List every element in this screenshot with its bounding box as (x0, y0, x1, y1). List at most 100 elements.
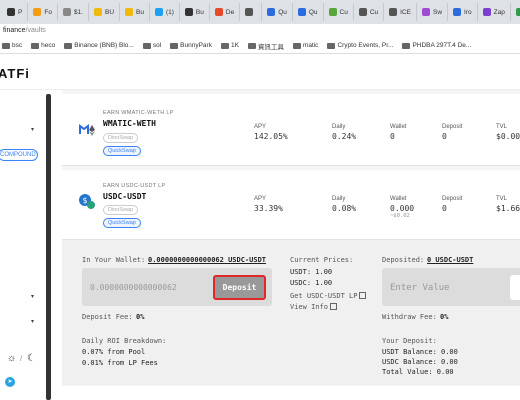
wmatic-weth-token-icon (78, 122, 95, 138)
bookmark-label: bsc (12, 42, 23, 49)
tab-label: $1. (73, 8, 83, 16)
roi-breakdown-label: Daily ROI Breakdown: (82, 337, 167, 345)
chevron-down-icon[interactable]: ▾ (31, 126, 34, 133)
usdc-usdt-token-icon: $ (78, 193, 95, 209)
tab-favicon-icon (267, 8, 276, 16)
vault-pair-name: USDC-USDT (103, 192, 147, 201)
browser-tab[interactable]: (1) (150, 3, 180, 21)
folder-icon (170, 42, 179, 49)
browser-tab[interactable]: BU (89, 3, 121, 21)
bookmarks-bar: bsc heco Binance (BNB) Blo... sol BunnyPark 1… (0, 38, 520, 54)
withdraw-button[interactable] (510, 275, 520, 300)
bookmark-label: heco (41, 42, 56, 49)
bookmark-item[interactable]: sol (142, 42, 161, 49)
folder-icon (220, 42, 229, 49)
daily-value: 0.08% (332, 204, 357, 213)
browser-tab[interactable]: P (2, 3, 29, 21)
deposit-value: 0 (442, 204, 447, 213)
browser-tab[interactable]: Cu (324, 3, 354, 21)
price-usdc: USDC: 1.00 (290, 279, 333, 287)
folder-icon (292, 42, 301, 49)
app-logo[interactable]: ATFi (0, 66, 30, 81)
tvl-label: TVL (496, 124, 508, 130)
wallet-usd-value: ~$0.02 (390, 213, 410, 219)
browser-tab[interactable]: Cu (354, 3, 385, 21)
browser-tab[interactable]: 强 (511, 3, 520, 21)
tab-label: Cu (339, 8, 348, 16)
deposit-button[interactable]: Deposit (213, 275, 266, 300)
quickswap-badge[interactable]: QuickSwap (103, 146, 141, 156)
address-bar[interactable]: finance/vaults (0, 24, 520, 38)
deposit-value: 0 (442, 132, 447, 141)
deposit-amount-value: 0.0000000000000062 (90, 283, 177, 292)
browser-tab[interactable]: Bu (180, 3, 210, 21)
sun-icon[interactable]: ☼ (7, 353, 16, 364)
svg-text:$: $ (82, 196, 87, 205)
browser-tab[interactable]: ICE (384, 3, 417, 21)
in-wallet-value[interactable]: 0.0000000000000062 USDC-USDT (148, 256, 266, 264)
bookmark-item[interactable]: PHDBA 297T.4 De... (402, 42, 471, 49)
bookmark-item[interactable]: BunnyPark (170, 42, 212, 49)
bookmark-item[interactable]: Crypto Events, Pr... (327, 42, 393, 49)
browser-tab[interactable]: Fo (28, 3, 58, 21)
withdraw-fee-value: 0% (440, 313, 449, 321)
app-header: ATFi (0, 54, 520, 90)
tab-favicon-icon (154, 8, 163, 16)
daily-label: Daily (332, 124, 346, 130)
bookmark-label: 1K (230, 42, 239, 49)
usdt-balance: USDT Balance: 0.00 (382, 348, 458, 356)
folder-icon (402, 42, 411, 49)
browser-tab[interactable]: Sw (417, 3, 449, 21)
vault-pair-name: WMATIC-WETH (103, 119, 156, 128)
wallet-label: Wallet (390, 196, 407, 202)
browser-tab[interactable]: Iro (448, 3, 478, 21)
bookmark-item[interactable]: 資訊工具 (247, 41, 284, 51)
tab-label: Qu (308, 8, 318, 16)
compound-toggle[interactable]: COMPOUND (0, 149, 38, 161)
tab-label: Qu (278, 8, 287, 16)
vault-card-next[interactable] (62, 386, 520, 400)
browser-tab-bar: P Fo $1. BU Bu (1) Bu De Qu Qu Cu Cu ICE Sw Iro Zap 强 (0, 0, 520, 24)
view-info-link[interactable]: View Info (290, 303, 337, 311)
browser-tab[interactable]: Zap (478, 3, 511, 21)
browser-tab[interactable]: $1. (58, 3, 89, 21)
telegram-icon[interactable]: ➤ (5, 377, 15, 387)
dinoswap-badge: DinoSwap (103, 133, 139, 143)
browser-tab[interactable]: Qu (293, 3, 324, 21)
chevron-down-icon[interactable]: ▾ (31, 293, 34, 300)
total-value: Total Value: 0.00 (382, 368, 454, 376)
bookmark-label: BunnyPark (180, 42, 212, 49)
bookmark-item[interactable]: Binance (BNB) Blo... (64, 42, 134, 49)
tab-favicon-icon (93, 8, 102, 16)
browser-tab[interactable]: Bu (120, 3, 150, 21)
folder-icon (247, 42, 256, 49)
bookmark-item[interactable]: matic (292, 42, 318, 49)
chevron-down-icon[interactable]: ▾ (31, 318, 34, 325)
moon-icon[interactable]: ☾ (27, 353, 36, 364)
get-lp-label: Get USDC-USDT LP (290, 292, 358, 300)
sidebar-scrollbar[interactable] (46, 94, 51, 400)
tvl-value: $0.00 (496, 132, 520, 141)
view-info-label: View Info (290, 303, 328, 311)
deposit-label: Deposit (442, 124, 463, 130)
folder-icon (31, 42, 40, 49)
deposited-value[interactable]: 0 USDC-USDT (427, 256, 473, 264)
dinoswap-badge: DinoSwap (103, 205, 139, 215)
bookmark-item[interactable]: bsc (2, 42, 22, 49)
quickswap-badge[interactable]: QuickSwap (103, 218, 141, 228)
daily-label: Daily (332, 196, 346, 202)
tab-favicon-icon (62, 8, 71, 16)
bookmark-item[interactable]: 1K (220, 42, 239, 49)
browser-tab[interactable] (240, 3, 263, 21)
tvl-label: TVL (496, 196, 508, 202)
in-wallet-label: In Your Wallet: (82, 256, 146, 264)
tab-favicon-icon (482, 8, 491, 16)
get-lp-link[interactable]: Get USDC-USDT LP (290, 292, 367, 300)
usdc-balance: USDC Balance: 0.00 (382, 358, 458, 366)
your-deposit-label: Your Deposit: (382, 337, 437, 345)
daily-value: 0.24% (332, 132, 357, 141)
browser-tab[interactable]: Qu (262, 3, 293, 21)
browser-tab[interactable]: De (210, 3, 241, 21)
bookmark-item[interactable]: heco (31, 42, 55, 49)
tab-favicon-icon (245, 8, 254, 16)
